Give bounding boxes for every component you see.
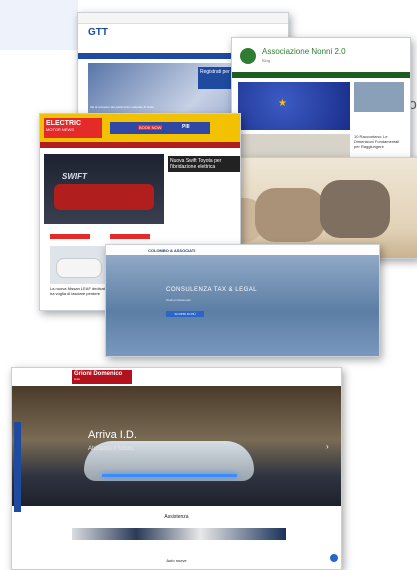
gtt-caption: Vai al recupero del patrimonio materiale… bbox=[90, 105, 154, 109]
nonni-screenshot: Associazione Nonni 2.0 Blog ★ 10 Raccont… bbox=[231, 37, 411, 169]
chat-icon[interactable] bbox=[330, 554, 338, 562]
electric-logo[interactable]: ELECTRIC MOTOR NEWS bbox=[44, 118, 102, 138]
grioni-hero-subtitle: Abbiamo il futuro. bbox=[88, 446, 135, 452]
cushion bbox=[320, 180, 390, 238]
colombo-sub: Studi professionali bbox=[166, 298, 191, 302]
nonni-navbar[interactable] bbox=[232, 72, 410, 78]
nonni-title[interactable]: Associazione Nonni 2.0 bbox=[262, 47, 346, 56]
car-badge: SWIFT bbox=[62, 172, 87, 181]
nonni-eu-flag-image: ★ bbox=[238, 82, 350, 130]
electric-hero-text[interactable]: Nuova Swift Toyota per l'ibridazione ele… bbox=[168, 156, 240, 172]
electric-logo-sub: MOTOR NEWS bbox=[46, 127, 74, 132]
nonni-subtitle: Blog bbox=[262, 58, 271, 63]
colombo-logo[interactable]: COLOMBO & ASSOCIATI bbox=[148, 248, 195, 253]
colombo-screenshot: COLOMBO & ASSOCIATI CONSULENZA TAX & LEG… bbox=[105, 244, 380, 357]
grioni-logo-sub: Auto bbox=[74, 377, 81, 381]
gtt-logo[interactable]: GTT bbox=[88, 27, 108, 38]
grioni-hero-title: Arriva I.D. bbox=[88, 429, 137, 441]
car-taillight bbox=[54, 184, 154, 210]
colombo-headline: CONSULENZA TAX & LEGAL bbox=[166, 287, 258, 293]
grioni-screenshot: Grioni Domenico Auto Arriva I.D. Abbiamo… bbox=[11, 367, 342, 570]
car-shape bbox=[56, 258, 102, 278]
chevron-right-icon[interactable]: › bbox=[326, 442, 329, 451]
nonni-side-image bbox=[354, 82, 404, 112]
car-light bbox=[102, 474, 237, 477]
electric-navbar[interactable] bbox=[40, 142, 240, 148]
electric-news-image[interactable] bbox=[50, 246, 108, 284]
grioni-service-strip[interactable] bbox=[72, 528, 286, 540]
nonni-sidebar-text: 10 Raccontano: Le Dimensioni Fondamental… bbox=[354, 134, 400, 149]
background-panel bbox=[0, 0, 78, 50]
electric-hero-image[interactable]: SWIFT bbox=[44, 154, 164, 224]
gtt-topbar bbox=[78, 13, 288, 24]
grioni-logo[interactable]: Grioni Domenico Auto bbox=[72, 370, 132, 384]
grioni-section2-title: Auto nuove bbox=[166, 558, 187, 563]
electric-section-tag bbox=[110, 234, 150, 239]
electric-ad-brand: PIII bbox=[182, 124, 190, 130]
grioni-section1-title: Assistenza bbox=[164, 514, 189, 520]
electric-ad-label: BOOK NOW bbox=[138, 125, 163, 130]
nonni-logo-icon bbox=[240, 48, 256, 64]
grioni-side-toolbar[interactable] bbox=[14, 422, 21, 512]
grioni-hero-image[interactable]: Arriva I.D. Abbiamo il futuro. › bbox=[12, 386, 341, 506]
star-icon: ★ bbox=[278, 98, 287, 109]
grioni-logo-text: Grioni Domenico bbox=[74, 371, 123, 377]
electric-section-tag bbox=[50, 234, 90, 239]
cushion bbox=[255, 188, 325, 242]
electric-ad-banner[interactable]: BOOK NOW PIII bbox=[110, 122, 210, 134]
grioni-header bbox=[12, 368, 341, 387]
colombo-button[interactable]: SCOPRI DI PIÙ bbox=[166, 311, 204, 317]
electric-logo-text: ELECTRIC bbox=[46, 120, 81, 127]
